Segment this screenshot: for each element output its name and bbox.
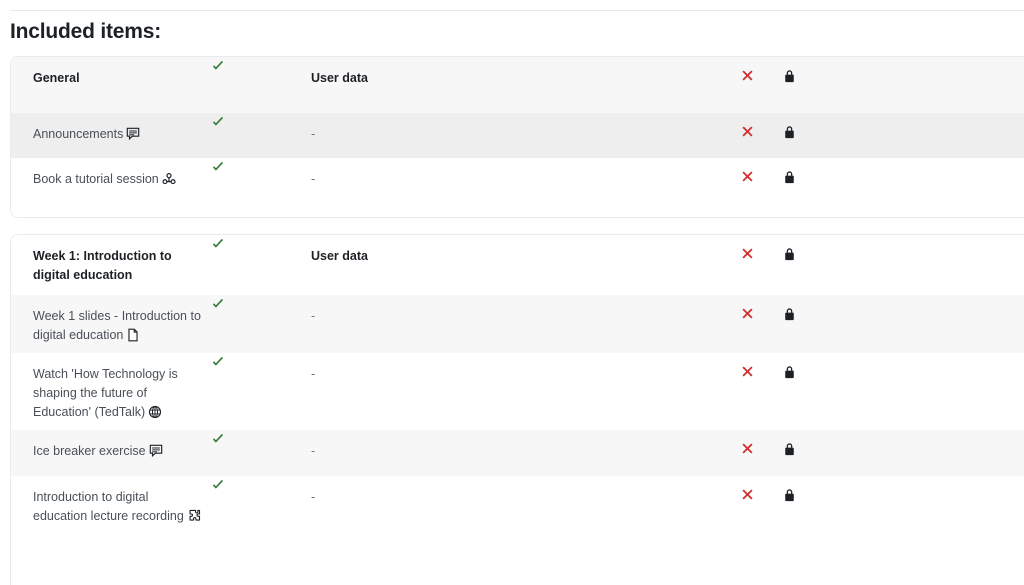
row-name-cell: General	[11, 57, 211, 100]
lock-icon[interactable]	[783, 442, 796, 457]
activity-name: Announcements	[33, 127, 124, 141]
row-lock-cell[interactable]	[783, 353, 843, 397]
row-userdata-cell: -	[311, 158, 741, 201]
section-title-week1: Week 1: Introduction to digital educatio…	[33, 249, 172, 282]
forum-icon	[126, 127, 140, 141]
row-remove-cell[interactable]	[741, 57, 783, 99]
row-lock-cell[interactable]	[783, 158, 843, 202]
cross-icon[interactable]	[741, 69, 754, 82]
userdata-value: -	[311, 444, 316, 458]
row-included-cell	[211, 57, 311, 90]
forum-icon	[149, 444, 163, 458]
page-title: Included items:	[10, 20, 162, 43]
lock-icon[interactable]	[783, 69, 796, 84]
row-included-cell	[211, 353, 311, 386]
check-icon	[211, 432, 225, 446]
check-icon	[211, 297, 225, 311]
file-icon	[126, 328, 140, 342]
external-tool-puzzle-icon	[187, 509, 201, 523]
cross-icon[interactable]	[741, 170, 754, 183]
row-lock-cell[interactable]	[783, 113, 843, 157]
cross-icon[interactable]	[741, 247, 754, 260]
activity-name: Week 1 slides - Introduction to digital …	[33, 309, 201, 342]
row-remove-cell[interactable]	[741, 430, 783, 472]
row-remove-cell[interactable]	[741, 476, 783, 518]
userdata-header-label: User data	[311, 249, 368, 263]
row-lock-cell[interactable]	[783, 430, 843, 474]
cross-icon[interactable]	[741, 125, 754, 138]
row-included-cell	[211, 476, 311, 509]
lock-icon[interactable]	[783, 307, 796, 322]
userdata-value: -	[311, 490, 316, 504]
userdata-value: -	[311, 309, 316, 323]
row-lock-cell[interactable]	[783, 295, 843, 339]
row-userdata-cell: User data	[311, 57, 741, 100]
cross-icon[interactable]	[741, 307, 754, 320]
row-name-cell[interactable]: Week 1 slides - Introduction to digital …	[11, 295, 211, 357]
row-name-cell[interactable]: Watch 'How Technology is shaping the fut…	[11, 353, 211, 434]
check-icon	[211, 478, 225, 492]
row-remove-cell[interactable]	[741, 158, 783, 200]
row-name-cell[interactable]: Announcements	[11, 113, 211, 156]
check-icon	[211, 237, 225, 251]
table-row[interactable]: Watch 'How Technology is shaping the fut…	[11, 353, 1024, 430]
section-title-general: General	[33, 71, 80, 85]
row-name-cell[interactable]: Introduction to digital education lectur…	[11, 476, 211, 538]
section-card-general: General User data Announcements - Book a…	[10, 56, 1024, 218]
table-row[interactable]: Week 1 slides - Introduction to digital …	[11, 295, 1024, 353]
row-remove-cell[interactable]	[741, 113, 783, 155]
row-name-cell[interactable]: Ice breaker exercise	[11, 430, 211, 473]
row-lock-cell[interactable]	[783, 235, 843, 279]
activity-name: Book a tutorial session	[33, 172, 159, 186]
cross-icon[interactable]	[741, 442, 754, 455]
cross-icon[interactable]	[741, 365, 754, 378]
included-items-page: Included items: General User data Announ…	[0, 0, 1024, 585]
lock-icon[interactable]	[783, 125, 796, 140]
row-remove-cell[interactable]	[741, 295, 783, 337]
scheduler-icon	[162, 172, 176, 186]
row-name-cell[interactable]: Book a tutorial session	[11, 158, 211, 201]
table-row-header-general: General User data	[11, 57, 1024, 113]
row-userdata-cell: -	[311, 295, 741, 338]
check-icon	[211, 160, 225, 174]
row-userdata-cell: -	[311, 353, 741, 396]
table-row[interactable]: Introduction to digital education lectur…	[11, 476, 1024, 553]
row-userdata-cell: -	[311, 476, 741, 519]
row-included-cell	[211, 430, 311, 463]
lock-icon[interactable]	[783, 488, 796, 503]
row-included-cell	[211, 295, 311, 328]
row-included-cell	[211, 158, 311, 191]
row-name-cell: Week 1: Introduction to digital educatio…	[11, 235, 211, 297]
row-userdata-cell: -	[311, 430, 741, 473]
lock-icon[interactable]	[783, 365, 796, 380]
table-row[interactable]: Announcements -	[11, 113, 1024, 158]
lock-icon[interactable]	[783, 247, 796, 262]
row-lock-cell[interactable]	[783, 57, 843, 101]
url-globe-icon	[148, 405, 162, 419]
section-card-week1: Week 1: Introduction to digital educatio…	[10, 234, 1024, 585]
userdata-value: -	[311, 127, 316, 141]
row-userdata-cell: User data	[311, 235, 741, 278]
cross-icon[interactable]	[741, 488, 754, 501]
check-icon	[211, 355, 225, 369]
row-userdata-cell: -	[311, 113, 741, 156]
row-remove-cell[interactable]	[741, 353, 783, 395]
table-row[interactable]: Book a tutorial session -	[11, 158, 1024, 217]
table-row-header-week1: Week 1: Introduction to digital educatio…	[11, 235, 1024, 295]
top-divider	[10, 10, 1024, 11]
activity-name: Ice breaker exercise	[33, 444, 146, 458]
row-included-cell	[211, 113, 311, 146]
row-included-cell	[211, 235, 311, 268]
check-icon	[211, 115, 225, 129]
activity-name: Introduction to digital education lectur…	[33, 490, 184, 523]
table-row[interactable]: Ice breaker exercise -	[11, 430, 1024, 476]
userdata-value: -	[311, 367, 316, 381]
userdata-header-label: User data	[311, 71, 368, 85]
userdata-value: -	[311, 172, 316, 186]
lock-icon[interactable]	[783, 170, 796, 185]
row-remove-cell[interactable]	[741, 235, 783, 277]
row-lock-cell[interactable]	[783, 476, 843, 520]
check-icon	[211, 59, 225, 73]
